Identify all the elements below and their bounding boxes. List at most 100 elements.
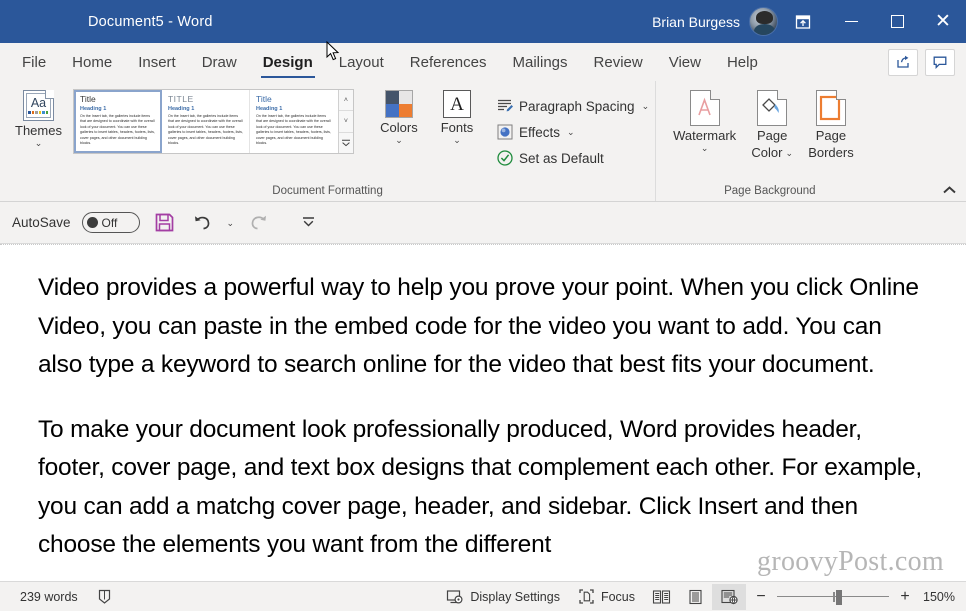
tab-layout[interactable]: Layout bbox=[326, 43, 397, 81]
watermark-chevron-down-icon[interactable]: ⌄ bbox=[701, 144, 709, 153]
colors-label: Colors bbox=[380, 120, 418, 135]
proofing-errors-icon bbox=[98, 589, 110, 604]
paragraph-spacing-button[interactable]: Paragraph Spacing ⌄ bbox=[492, 93, 655, 119]
set-as-default-icon bbox=[497, 150, 513, 166]
focus-mode-button[interactable]: Focus bbox=[569, 582, 644, 611]
document-paragraph-1[interactable]: Video provides a powerful way to help yo… bbox=[38, 269, 928, 385]
tab-file[interactable]: File bbox=[9, 43, 59, 81]
tab-references[interactable]: References bbox=[397, 43, 500, 81]
share-icon bbox=[897, 55, 909, 68]
colors-chevron-down-icon[interactable]: ⌄ bbox=[395, 136, 403, 145]
tab-home[interactable]: Home bbox=[59, 43, 125, 81]
paragraph-spacing-chevron-down-icon[interactable]: ⌄ bbox=[642, 101, 650, 111]
document-page[interactable]: Video provides a powerful way to help yo… bbox=[0, 245, 966, 565]
effects-chevron-down-icon[interactable]: ⌄ bbox=[567, 127, 575, 137]
themes-icon-aa: Aa bbox=[30, 96, 47, 111]
tab-design[interactable]: Design bbox=[250, 43, 326, 81]
thumb1-title: Title bbox=[79, 94, 96, 104]
ribbon-display-options-button[interactable] bbox=[778, 0, 828, 43]
watermark-button[interactable]: Watermark ⌄ bbox=[666, 86, 743, 153]
document-canvas[interactable]: Video provides a powerful way to help yo… bbox=[0, 244, 966, 581]
style-set-thumb-2[interactable]: TITLE Heading 1 On the Insert tab, the g… bbox=[161, 90, 250, 153]
formatting-small-buttons: Paragraph Spacing ⌄ Effects ⌄ Set as Def… bbox=[492, 86, 655, 171]
tab-insert[interactable]: Insert bbox=[125, 43, 189, 81]
gallery-more-icon bbox=[341, 139, 350, 147]
style-set-gallery[interactable]: Title Heading 1 On the Insert tab, the g… bbox=[72, 89, 354, 154]
group-label-document-formatting: Document Formatting bbox=[272, 185, 383, 197]
theme-effects-icon bbox=[497, 124, 513, 140]
fonts-button[interactable]: A Fonts ⌄ bbox=[428, 86, 486, 145]
tab-draw[interactable]: Draw bbox=[189, 43, 250, 81]
colors-button[interactable]: Colors ⌄ bbox=[370, 86, 428, 145]
comments-button[interactable] bbox=[925, 48, 955, 76]
page-color-label-line1: Page bbox=[757, 128, 788, 143]
page-color-label-row2: Color ⌄ bbox=[751, 145, 793, 160]
effects-button[interactable]: Effects ⌄ bbox=[492, 119, 655, 145]
thumb1-heading: Heading 1 bbox=[79, 105, 107, 112]
collapse-ribbon-icon bbox=[943, 186, 956, 194]
document-paragraph-2[interactable]: To make your document look professionall… bbox=[38, 411, 928, 565]
page-color-button[interactable]: Page Color ⌄ bbox=[743, 86, 801, 160]
thumb2-title: TITLE bbox=[167, 94, 194, 104]
theme-fonts-icon: A bbox=[442, 90, 471, 118]
page-borders-button[interactable]: Page Borders bbox=[801, 86, 861, 160]
style-set-thumb-1[interactable]: Title Heading 1 On the Insert tab, the g… bbox=[73, 90, 162, 153]
avatar[interactable] bbox=[749, 7, 778, 36]
themes-icon: Aa bbox=[22, 90, 54, 121]
tab-help[interactable]: Help bbox=[714, 43, 771, 81]
close-button[interactable]: ✕ bbox=[920, 0, 966, 43]
tab-mailings[interactable]: Mailings bbox=[500, 43, 581, 81]
display-settings-label: Display Settings bbox=[470, 589, 560, 604]
themes-chevron-down-icon[interactable]: ⌄ bbox=[35, 139, 43, 148]
minimize-button[interactable] bbox=[828, 0, 874, 43]
zoom-out-button[interactable]: − bbox=[754, 588, 768, 606]
redo-button[interactable] bbox=[245, 209, 272, 236]
save-button[interactable] bbox=[151, 209, 178, 236]
ribbon: Aa Themes ⌄ Title Heading 1 On the Inser… bbox=[0, 40, 966, 202]
focus-label: Focus bbox=[600, 589, 635, 604]
set-as-default-button[interactable]: Set as Default bbox=[492, 145, 655, 171]
fonts-label: Fonts bbox=[440, 120, 474, 135]
thumb2-body: On the Insert tab, the galleries include… bbox=[167, 114, 243, 145]
print-layout-icon bbox=[688, 589, 702, 604]
watermark-icon-glyph bbox=[697, 97, 711, 116]
watermark-label: Watermark bbox=[673, 128, 737, 143]
thumb1-body: On the Insert tab, the galleries include… bbox=[79, 114, 155, 145]
zoom-slider[interactable] bbox=[777, 589, 889, 605]
maximize-icon bbox=[890, 15, 904, 28]
display-settings-button[interactable]: Display Settings bbox=[437, 582, 569, 611]
gallery-scroll-down-button[interactable]: ˅ bbox=[338, 111, 353, 133]
zoom-controls: − + 150% bbox=[746, 588, 955, 606]
gallery-more-button[interactable] bbox=[338, 132, 353, 153]
zoom-slider-thumb[interactable] bbox=[836, 589, 843, 605]
view-web-layout-button[interactable] bbox=[712, 583, 746, 610]
themes-button[interactable]: Aa Themes ⌄ bbox=[8, 86, 69, 148]
proofing-status-button[interactable] bbox=[87, 582, 122, 611]
ribbon-tab-bar: File Home Insert Draw Design Layout Refe… bbox=[0, 43, 966, 81]
page-color-chevron-down-icon[interactable]: ⌄ bbox=[785, 149, 793, 158]
page-color-icon-glyph bbox=[762, 98, 779, 113]
undo-chevron-down-icon[interactable]: ⌄ bbox=[227, 218, 235, 228]
word-count-button[interactable]: 239 words bbox=[11, 582, 87, 611]
view-print-layout-button[interactable] bbox=[678, 584, 712, 610]
gallery-scroll-up-button[interactable]: ˄ bbox=[338, 90, 353, 112]
collapse-ribbon-button[interactable] bbox=[942, 184, 957, 198]
effects-label: Effects bbox=[518, 124, 560, 140]
share-button[interactable] bbox=[888, 48, 918, 76]
save-icon bbox=[155, 213, 173, 232]
account-name[interactable]: Brian Burgess bbox=[652, 14, 740, 30]
gallery-scroll-controls: ˄ ˅ bbox=[337, 90, 353, 153]
themes-icon-swatches bbox=[28, 110, 49, 114]
zoom-in-button[interactable]: + bbox=[898, 588, 912, 606]
fonts-chevron-down-icon[interactable]: ⌄ bbox=[453, 136, 461, 145]
maximize-button[interactable] bbox=[874, 0, 920, 43]
tab-review[interactable]: Review bbox=[581, 43, 656, 81]
view-read-mode-button[interactable] bbox=[644, 584, 678, 610]
tab-view[interactable]: View bbox=[656, 43, 714, 81]
autosave-toggle[interactable]: Off bbox=[81, 212, 140, 233]
customize-quick-access-toolbar-button[interactable] bbox=[295, 209, 322, 236]
ribbon-tab-bar-right bbox=[888, 43, 966, 81]
style-set-thumb-3[interactable]: Title Heading 1 On the Insert tab, the g… bbox=[249, 90, 338, 153]
zoom-level-label[interactable]: 150% bbox=[921, 590, 955, 604]
undo-button[interactable] bbox=[189, 209, 216, 236]
